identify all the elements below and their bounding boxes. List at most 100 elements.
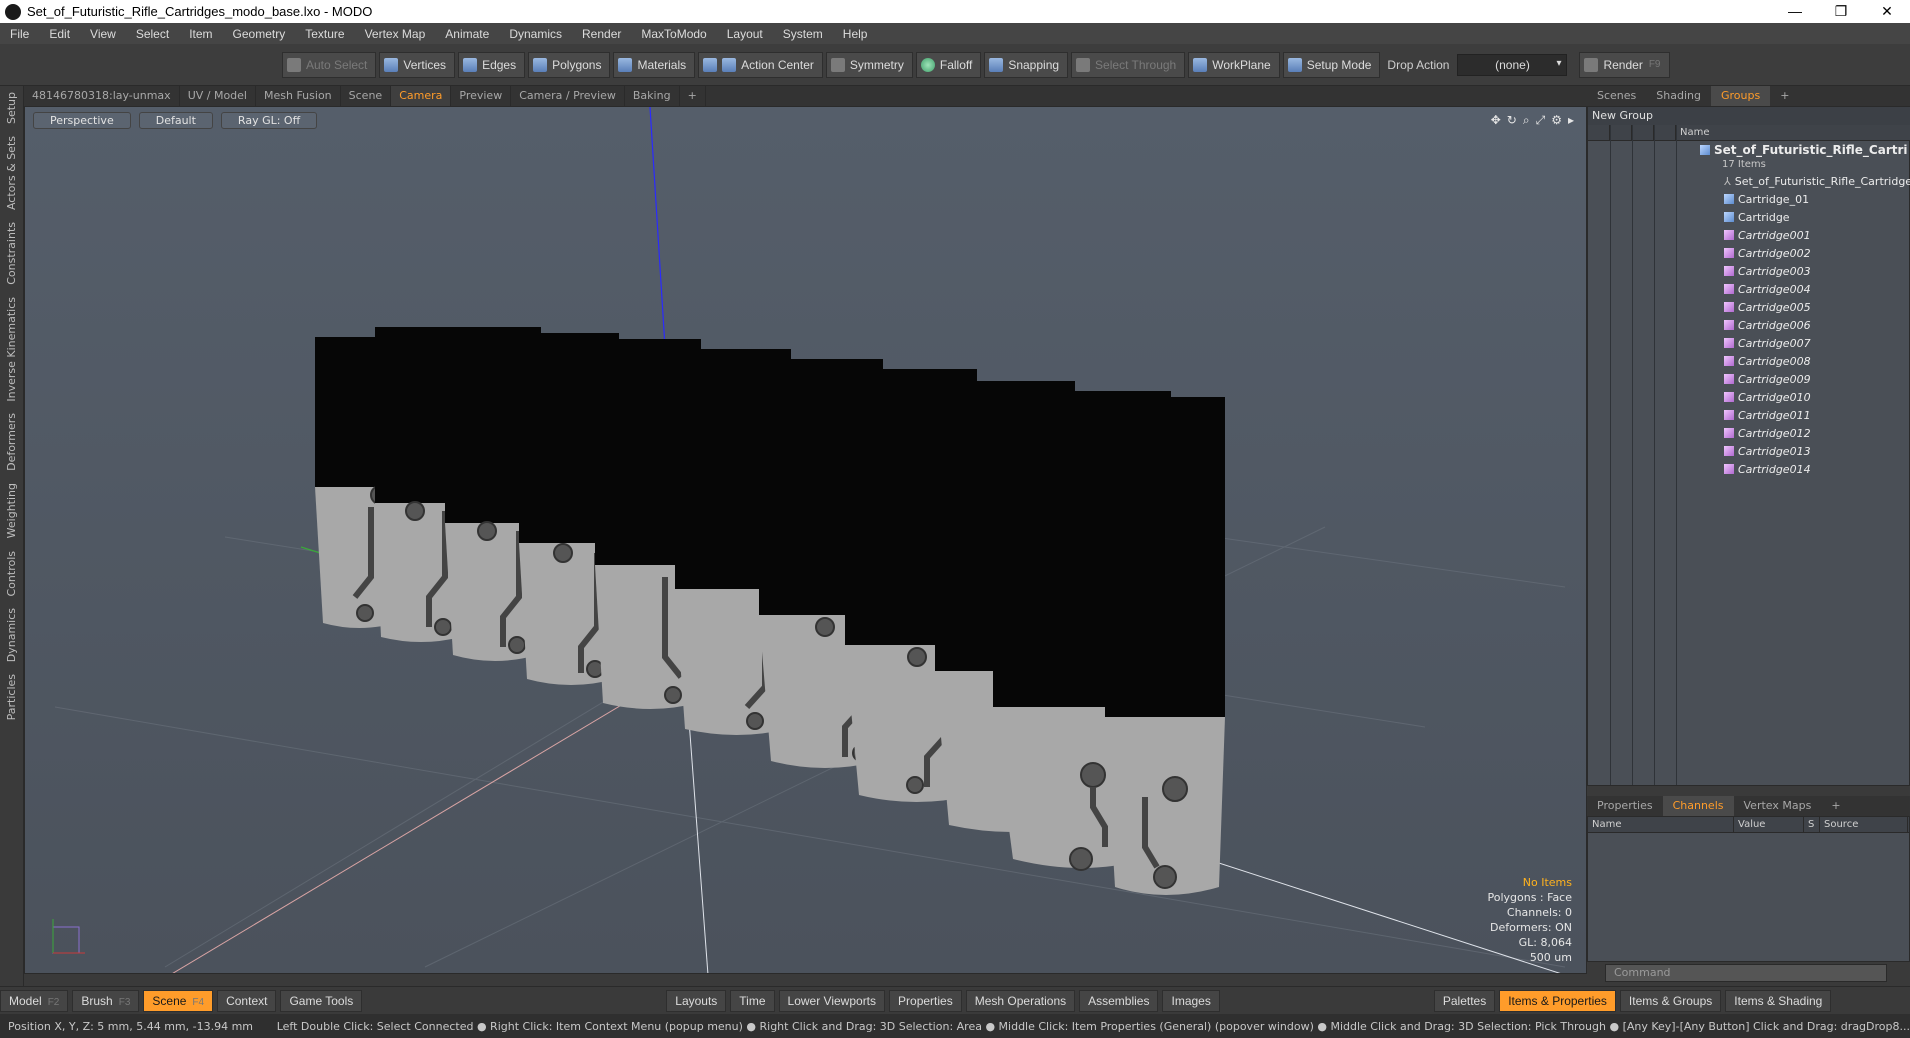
menu-geometry[interactable]: Geometry bbox=[223, 27, 296, 41]
tree-item-cartridge009[interactable]: Cartridge009 bbox=[1588, 371, 1910, 389]
menu-vertex-map[interactable]: Vertex Map bbox=[355, 27, 436, 41]
expand-arrow-icon[interactable]: ▸ bbox=[1568, 113, 1574, 128]
tab-camera[interactable]: Camera bbox=[391, 86, 452, 106]
tab-uv-model[interactable]: UV / Model bbox=[180, 86, 256, 106]
tree-item-cartridge010[interactable]: Cartridge010 bbox=[1588, 389, 1910, 407]
rail-tab-particles[interactable]: Particles bbox=[5, 668, 18, 726]
tab-layout[interactable]: 48146780318:lay-unmax bbox=[24, 86, 180, 106]
tree-item-cartridge005[interactable]: Cartridge005 bbox=[1588, 299, 1910, 317]
tree-item-cartridge004[interactable]: Cartridge004 bbox=[1588, 281, 1910, 299]
menu-edit[interactable]: Edit bbox=[39, 27, 80, 41]
view-mode-select[interactable]: Perspective bbox=[33, 112, 131, 129]
palettes-button[interactable]: Palettes bbox=[1433, 989, 1496, 1012]
game-tools-button[interactable]: Game Tools bbox=[280, 989, 363, 1012]
group-root[interactable]: Set_of_Futuristic_Rifle_Cartri ... bbox=[1588, 141, 1910, 159]
menu-item[interactable]: Item bbox=[179, 27, 222, 41]
layouts-button[interactable]: Layouts bbox=[666, 989, 727, 1012]
cartridge-12[interactable] bbox=[1105, 397, 1225, 895]
images-button[interactable]: Images bbox=[1162, 989, 1220, 1012]
setup-mode-button[interactable]: Setup Mode bbox=[1282, 51, 1381, 78]
shading-mode-select[interactable]: Default bbox=[138, 112, 213, 129]
tab-channels[interactable]: Channels bbox=[1662, 796, 1734, 816]
tree-item-cartridge001[interactable]: Cartridge001 bbox=[1588, 227, 1910, 245]
add-scene-tab-button[interactable]: + bbox=[1770, 86, 1799, 106]
tab-vertex-maps[interactable]: Vertex Maps bbox=[1734, 796, 1822, 816]
edges-button[interactable]: Edges bbox=[458, 51, 526, 78]
tree-item-cartridge012[interactable]: Cartridge012 bbox=[1588, 425, 1910, 443]
command-input[interactable]: Command bbox=[1605, 964, 1887, 982]
falloff-button[interactable]: Falloff bbox=[915, 51, 982, 78]
tab-baking[interactable]: Baking bbox=[625, 86, 680, 106]
tab-camera-preview[interactable]: Camera / Preview bbox=[511, 86, 625, 106]
model-layout-button[interactable]: Model F2 bbox=[0, 989, 69, 1012]
rail-tab-inverse-kinematics[interactable]: Inverse Kinematics bbox=[5, 291, 18, 408]
tree-item-cartridge014[interactable]: Cartridge014 bbox=[1588, 461, 1910, 479]
rail-tab-deformers[interactable]: Deformers bbox=[5, 407, 18, 477]
close-button[interactable]: ✕ bbox=[1864, 3, 1910, 20]
menu-system[interactable]: System bbox=[773, 27, 833, 41]
items-shading-button[interactable]: Items & Shading bbox=[1725, 989, 1832, 1012]
menu-render[interactable]: Render bbox=[572, 27, 631, 41]
minimize-button[interactable]: — bbox=[1772, 3, 1818, 20]
zoom-icon[interactable]: ⌕ bbox=[1523, 113, 1530, 128]
tab-properties[interactable]: Properties bbox=[1587, 796, 1663, 816]
cartridge-set-mesh[interactable] bbox=[315, 327, 1225, 895]
add-tab-button[interactable]: + bbox=[680, 86, 706, 106]
polygons-button[interactable]: Polygons bbox=[528, 51, 611, 78]
items-properties-button[interactable]: Items & Properties bbox=[1499, 989, 1616, 1012]
brush-layout-button[interactable]: Brush F3 bbox=[72, 989, 140, 1012]
time-button[interactable]: Time bbox=[730, 989, 775, 1012]
tab-preview[interactable]: Preview bbox=[451, 86, 512, 106]
menu-file[interactable]: File bbox=[0, 27, 39, 41]
rail-tab-dynamics[interactable]: Dynamics bbox=[5, 602, 18, 668]
gear-icon[interactable]: ⚙ bbox=[1551, 113, 1562, 128]
snapping-button[interactable]: Snapping bbox=[984, 51, 1069, 78]
tree-item-cartridge007[interactable]: Cartridge007 bbox=[1588, 335, 1910, 353]
3d-viewport[interactable]: Perspective Default Ray GL: Off ✥ ↻ ⌕ ⤢ … bbox=[24, 106, 1587, 974]
materials-button[interactable]: Materials bbox=[613, 51, 696, 78]
rail-tab-actors-sets[interactable]: Actors & Sets bbox=[5, 130, 18, 216]
drop-action-select[interactable]: (none) bbox=[1457, 53, 1568, 76]
tree-item-cartridge013[interactable]: Cartridge013 bbox=[1588, 443, 1910, 461]
tree-item-locator[interactable]: ⅄ Set_of_Futuristic_Rifle_Cartridges bbox=[1588, 173, 1910, 191]
context-button[interactable]: Context bbox=[217, 989, 277, 1012]
workplane-button[interactable]: WorkPlane bbox=[1188, 51, 1280, 78]
symmetry-button[interactable]: Symmetry bbox=[825, 51, 913, 78]
tree-item-cartridge003[interactable]: Cartridge003 bbox=[1588, 263, 1910, 281]
menu-dynamics[interactable]: Dynamics bbox=[499, 27, 572, 41]
rail-tab-weighting[interactable]: Weighting bbox=[5, 477, 18, 544]
tree-item-cartridge011[interactable]: Cartridge011 bbox=[1588, 407, 1910, 425]
properties-button[interactable]: Properties bbox=[889, 989, 962, 1012]
pan-icon[interactable]: ✥ bbox=[1491, 113, 1501, 128]
lower-viewports-button[interactable]: Lower Viewports bbox=[778, 989, 886, 1012]
raygl-toggle[interactable]: Ray GL: Off bbox=[220, 112, 318, 129]
scene-layout-button[interactable]: Scene F4 bbox=[143, 989, 214, 1012]
render-button[interactable]: Render F9 bbox=[1579, 51, 1670, 78]
tree-item-cartridge-01[interactable]: Cartridge_01 bbox=[1588, 191, 1910, 209]
mesh-operations-button[interactable]: Mesh Operations bbox=[965, 989, 1076, 1012]
tree-item-cartridge008[interactable]: Cartridge008 bbox=[1588, 353, 1910, 371]
tab-groups[interactable]: Groups bbox=[1710, 86, 1771, 106]
tree-item-cartridge006[interactable]: Cartridge006 bbox=[1588, 317, 1910, 335]
tab-scene[interactable]: Scene bbox=[341, 86, 392, 106]
vertices-button[interactable]: Vertices bbox=[379, 51, 456, 78]
fit-icon[interactable]: ⤢ bbox=[1536, 113, 1546, 128]
assemblies-button[interactable]: Assemblies bbox=[1079, 989, 1159, 1012]
new-group-button[interactable]: New Group bbox=[1588, 107, 1910, 125]
menu-help[interactable]: Help bbox=[833, 27, 878, 41]
menu-animate[interactable]: Animate bbox=[435, 27, 499, 41]
menu-layout[interactable]: Layout bbox=[717, 27, 773, 41]
items-groups-button[interactable]: Items & Groups bbox=[1619, 989, 1722, 1012]
menu-texture[interactable]: Texture bbox=[295, 27, 354, 41]
menu-select[interactable]: Select bbox=[126, 27, 179, 41]
rail-tab-setup[interactable]: Setup bbox=[5, 86, 18, 130]
tab-mesh-fusion[interactable]: Mesh Fusion bbox=[256, 86, 341, 106]
action-center-button[interactable]: Action Center bbox=[698, 51, 823, 78]
tree-item-cartridge002[interactable]: Cartridge002 bbox=[1588, 245, 1910, 263]
tab-shading[interactable]: Shading bbox=[1646, 86, 1711, 106]
menu-maxtomodo[interactable]: MaxToModo bbox=[631, 27, 716, 41]
auto-select-button[interactable]: Auto Select bbox=[282, 51, 377, 78]
rail-tab-controls[interactable]: Controls bbox=[5, 545, 18, 603]
restore-button[interactable]: ❐ bbox=[1818, 3, 1864, 20]
menu-view[interactable]: View bbox=[80, 27, 126, 41]
